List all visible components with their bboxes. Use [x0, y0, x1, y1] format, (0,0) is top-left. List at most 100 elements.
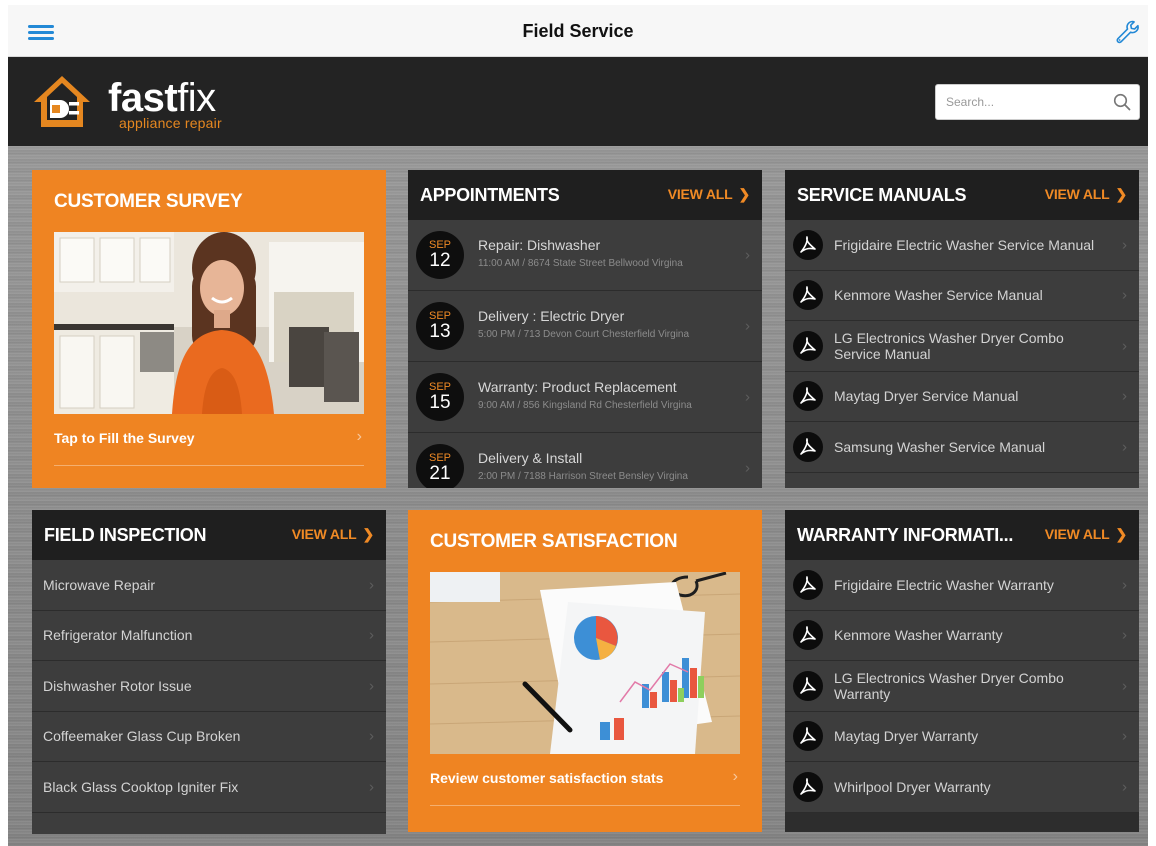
appointments-view-all[interactable]: VIEW ALL ❯	[668, 186, 750, 203]
manual-item[interactable]: Kenmore Washer Service Manual ›	[785, 271, 1139, 321]
appointment-detail: 11:00 AM / 8674 State Street Bellwood Vi…	[478, 258, 683, 269]
inspection-view-all[interactable]: VIEW ALL ❯	[292, 526, 374, 543]
appointment-item[interactable]: SEP 21 Delivery & Install 2:00 PM / 7188 …	[408, 433, 762, 488]
search-input[interactable]	[936, 85, 1106, 119]
appointments-title: APPOINTMENTS	[420, 185, 560, 205]
warranty-card: WARRANTY INFORMATI... VIEW ALL ❯ Frigidai…	[785, 510, 1139, 832]
chevron-right-icon: ›	[369, 677, 374, 695]
inspection-item[interactable]: Black Glass Cooktop Igniter Fix ›	[32, 762, 386, 813]
warranty-header: WARRANTY INFORMATI... VIEW ALL ❯	[785, 510, 1139, 560]
manual-label: Maytag Dryer Service Manual	[834, 388, 1019, 405]
chevron-right-icon: ❯	[1115, 186, 1127, 202]
chevron-right-icon: ❯	[1115, 526, 1127, 542]
brand-tagline: appliance repair	[119, 115, 222, 131]
brand-header: fastfix appliance repair	[8, 57, 1148, 146]
survey-photo	[54, 232, 364, 414]
dashboard: CUSTOMER SURVEY Tap to Fill the Survey ›…	[8, 146, 1148, 846]
pdf-icon	[793, 431, 823, 462]
date-badge: SEP 13	[416, 302, 464, 350]
appointment-detail: 2:00 PM / 7188 Harrison Street Bensley V…	[478, 471, 688, 482]
manual-label: Samsung Washer Service Manual	[834, 438, 1046, 455]
pdf-icon	[793, 771, 823, 802]
appointment-item[interactable]: SEP 15 Warranty: Product Replacement 9:00…	[408, 362, 762, 433]
survey-cta-label: Tap to Fill the Survey	[54, 430, 195, 446]
manual-item[interactable]: Frigidaire Electric Washer Service Manua…	[785, 220, 1139, 271]
chevron-right-icon: ›	[745, 246, 750, 264]
chevron-right-icon: ›	[1122, 677, 1127, 695]
pdf-icon	[793, 569, 823, 600]
inspection-header: FIELD INSPECTION VIEW ALL ❯	[32, 510, 386, 560]
survey-title: CUSTOMER SURVEY	[54, 191, 243, 212]
manual-item[interactable]: Samsung Washer Service Manual ›	[785, 422, 1139, 473]
customer-satisfaction-card[interactable]: CUSTOMER SATISFACTION Review customer sa…	[408, 510, 762, 832]
top-nav-bar: Field Service	[8, 5, 1148, 57]
manual-item[interactable]: Maytag Dryer Service Manual ›	[785, 372, 1139, 422]
manual-item[interactable]: LG Electronics Washer Dryer Combo Servic…	[785, 321, 1139, 372]
appointment-item[interactable]: SEP 12 Repair: Dishwasher 11:00 AM / 8674…	[408, 220, 762, 291]
app-frame: Field Service fastfix appliance repair S…	[8, 5, 1148, 846]
manuals-view-all[interactable]: VIEW ALL ❯	[1045, 186, 1127, 203]
warranty-label: LG Electronics Washer Dryer Combo Warran…	[834, 669, 1064, 702]
chevron-right-icon: ›	[369, 778, 374, 796]
inspection-item[interactable]: Dishwasher Rotor Issue ›	[32, 661, 386, 712]
satisfaction-photo	[430, 572, 740, 754]
pdf-icon	[793, 670, 823, 701]
warranty-item[interactable]: Maytag Dryer Warranty ›	[785, 711, 1139, 762]
inspection-item[interactable]: Coffeemaker Glass Cup Broken ›	[32, 712, 386, 762]
inspection-label: Refrigerator Malfunction	[43, 627, 193, 644]
appointment-item[interactable]: SEP 13 Delivery : Electric Dryer 5:00 PM …	[408, 291, 762, 362]
date-badge: SEP 12	[416, 231, 464, 279]
chevron-right-icon: ›	[745, 459, 750, 477]
customer-survey-card[interactable]: CUSTOMER SURVEY Tap to Fill the Survey ›	[32, 170, 386, 488]
chevron-right-icon: ›	[1122, 337, 1127, 355]
chevron-right-icon: ›	[1122, 387, 1127, 405]
warranty-view-all[interactable]: VIEW ALL ❯	[1045, 526, 1127, 543]
warranty-label: Kenmore Washer Warranty	[834, 627, 1003, 644]
chevron-right-icon: ›	[1122, 438, 1127, 456]
manuals-title: SERVICE MANUALS	[797, 185, 967, 205]
chevron-right-icon: ›	[1122, 778, 1127, 796]
pdf-icon	[793, 620, 823, 651]
appointment-detail: 5:00 PM / 713 Devon Court Chesterfield V…	[478, 329, 690, 340]
inspection-label: Coffeemaker Glass Cup Broken	[43, 728, 241, 745]
warranty-item[interactable]: LG Electronics Washer Dryer Combo Warran…	[785, 661, 1139, 712]
warranty-item[interactable]: Frigidaire Electric Washer Warranty ›	[785, 560, 1139, 611]
survey-cta[interactable]: Tap to Fill the Survey ›	[54, 428, 364, 466]
warranty-label: Whirlpool Dryer Warranty	[834, 778, 991, 795]
wrench-icon[interactable]	[1114, 19, 1140, 45]
chevron-right-icon: ›	[1122, 236, 1127, 254]
chevron-right-icon: ›	[369, 727, 374, 745]
inspection-title: FIELD INSPECTION	[44, 525, 207, 545]
manual-label: LG Electronics Washer Dryer Combo Servic…	[834, 329, 1064, 362]
date-badge: SEP 15	[416, 373, 464, 421]
search-icon[interactable]	[1113, 93, 1131, 111]
inspection-item[interactable]: Microwave Repair ›	[32, 560, 386, 611]
chevron-right-icon: ›	[1122, 727, 1127, 745]
field-inspection-card: FIELD INSPECTION VIEW ALL ❯ Microwave Rep…	[32, 510, 386, 834]
warranty-label: Maytag Dryer Warranty	[834, 728, 979, 745]
satisfaction-cta[interactable]: Review customer satisfaction stats ›	[430, 768, 740, 806]
warranty-item[interactable]: Whirlpool Dryer Warranty ›	[785, 762, 1139, 813]
chevron-right-icon: ❯	[362, 526, 374, 542]
inspection-label: Dishwasher Rotor Issue	[43, 677, 192, 694]
pdf-icon	[793, 229, 823, 260]
chevron-right-icon: ›	[369, 626, 374, 644]
pdf-icon	[793, 330, 823, 361]
inspection-label: Microwave Repair	[43, 576, 156, 593]
appointment-title: Delivery : Electric Dryer	[478, 308, 625, 324]
fastfix-logo: fastfix appliance repair	[32, 74, 252, 134]
date-badge: SEP 21	[416, 444, 464, 488]
brand-name: fastfix	[108, 76, 216, 120]
appointment-title: Warranty: Product Replacement	[478, 379, 677, 395]
satisfaction-title: CUSTOMER SATISFACTION	[430, 531, 678, 552]
chevron-right-icon: ›	[1122, 286, 1127, 304]
inspection-item[interactable]: Refrigerator Malfunction ›	[32, 611, 386, 661]
manuals-header: SERVICE MANUALS VIEW ALL ❯	[785, 170, 1139, 220]
chevron-right-icon: ›	[369, 576, 374, 594]
warranty-item[interactable]: Kenmore Washer Warranty ›	[785, 610, 1139, 661]
appointments-card: APPOINTMENTS VIEW ALL ❯ SEP 12 Repair: Dis…	[408, 170, 762, 488]
chevron-right-icon: ›	[1122, 576, 1127, 594]
inspection-label: Black Glass Cooktop Igniter Fix	[43, 778, 239, 795]
chevron-right-icon: ❯	[738, 186, 750, 202]
chevron-right-icon: ›	[732, 768, 738, 785]
